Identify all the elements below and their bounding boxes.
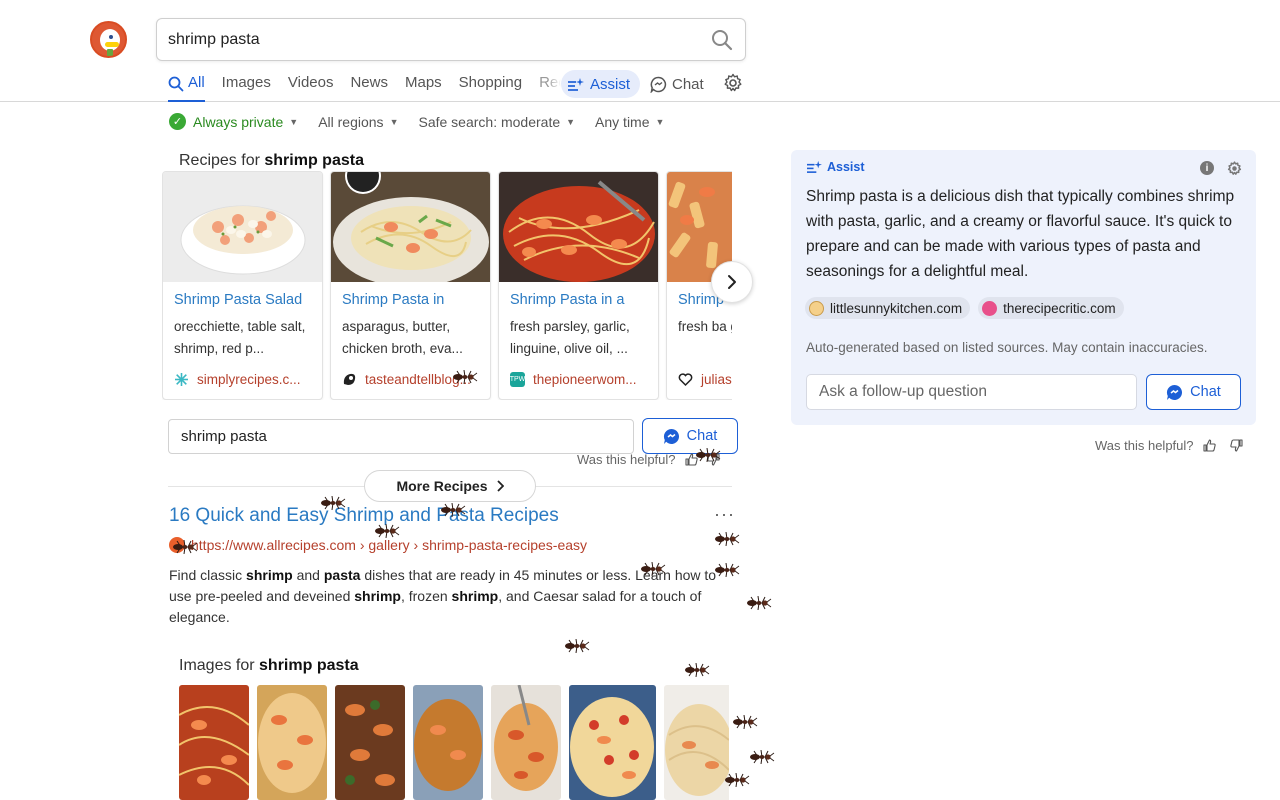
duckduckgo-logo[interactable] — [90, 21, 127, 58]
recipe-ingredients: asparagus, butter, chicken broth, eva... — [342, 319, 463, 356]
ant-icon — [714, 531, 740, 547]
image-thumbnail[interactable] — [569, 685, 656, 800]
recipe-card[interactable]: Shrimp Pasta Salad orecchiette, table sa… — [162, 171, 323, 400]
tab-all[interactable]: All — [168, 70, 205, 102]
safe-search-filter[interactable]: Safe search: moderate ▼ — [418, 114, 575, 130]
tab-maps[interactable]: Maps — [405, 70, 442, 102]
recipe-card[interactable]: Shrimp Pasta in asparagus, butter, chick… — [330, 171, 491, 400]
image-thumbnail[interactable] — [413, 685, 483, 800]
tab-videos[interactable]: Videos — [288, 70, 334, 102]
search-tabs: All Images Videos News Maps Shopping Rec — [168, 70, 578, 102]
chevron-right-icon — [728, 275, 736, 289]
check-icon: ✓ — [169, 113, 186, 130]
assist-chat-button[interactable]: Chat — [1146, 374, 1241, 410]
recipe-carousel: Shrimp Pasta Salad orecchiette, table sa… — [162, 171, 732, 400]
tab-shopping[interactable]: Shopping — [459, 70, 522, 102]
result-snippet: Find classic shrimp and pasta dishes tha… — [169, 567, 717, 625]
therecipecritic-icon — [982, 300, 998, 316]
recipe-followup-input[interactable] — [168, 419, 634, 454]
recipe-image — [331, 172, 490, 282]
tasteandtell-icon — [342, 372, 357, 387]
sparkle-icon — [806, 160, 822, 174]
info-icon[interactable]: i — [1200, 161, 1214, 175]
chat-bubble-icon — [650, 76, 667, 93]
assist-answer-text: Shrimp pasta is a delicious dish that ty… — [806, 188, 1235, 280]
ant-icon — [684, 662, 710, 678]
recipe-source[interactable]: julias — [678, 372, 732, 387]
source-chip[interactable]: littlesunnykitchen.com — [805, 297, 971, 319]
ellipsis-icon[interactable]: ··· — [714, 504, 735, 525]
recipe-source[interactable]: simplyrecipes.c... — [174, 372, 301, 387]
recipe-title[interactable]: Shrimp Pasta Salad — [174, 292, 302, 308]
ant-icon — [732, 714, 758, 730]
assist-header: Assist — [806, 160, 865, 174]
heart-icon — [678, 372, 693, 387]
image-results-row — [179, 685, 729, 800]
privacy-filter[interactable]: ✓ Always private ▼ — [169, 113, 298, 130]
assist-followup-input[interactable] — [806, 374, 1137, 410]
image-thumbnail[interactable] — [491, 685, 561, 800]
chat-bubble-icon — [663, 428, 680, 445]
carousel-next-button[interactable] — [711, 261, 753, 303]
assist-settings-gear-icon[interactable] — [1227, 161, 1242, 176]
settings-gear-icon[interactable] — [723, 73, 743, 93]
tab-images[interactable]: Images — [222, 70, 271, 102]
image-thumbnail[interactable] — [257, 685, 327, 800]
search-box — [156, 18, 746, 61]
chevron-right-icon — [496, 480, 504, 492]
tab-news[interactable]: News — [350, 70, 388, 102]
tab-recipes[interactable]: Rec — [539, 70, 561, 102]
recipe-title[interactable]: Shrimp Pasta in — [342, 292, 444, 308]
recipe-ingredients: fresh parsley, garlic, linguine, olive o… — [510, 319, 630, 356]
thumbs-up-icon[interactable] — [1202, 439, 1216, 452]
image-thumbnail[interactable] — [664, 685, 729, 800]
assist-sources: littlesunnykitchen.com therecipecritic.c… — [805, 297, 1132, 319]
assist-panel: Assist i Shrimp pasta is a delicious dis… — [791, 150, 1256, 425]
littlesunnykitchen-icon — [809, 300, 824, 316]
images-heading: Images for shrimp pasta — [179, 657, 359, 674]
time-filter[interactable]: Any time ▼ — [595, 114, 664, 130]
region-filter[interactable]: All regions ▼ — [318, 114, 398, 130]
recipe-source[interactable]: tasteandtellblog... — [342, 372, 471, 387]
result-url[interactable]: https://www.allrecipes.com › gallery › s… — [169, 537, 587, 553]
ant-icon — [746, 595, 772, 611]
thumbs-up-icon[interactable] — [684, 453, 698, 466]
search-filters: ✓ Always private ▼ All regions ▼ Safe sear… — [169, 113, 684, 130]
simplyrecipes-icon — [174, 372, 189, 387]
result-title-link[interactable]: 16 Quick and Easy Shrimp and Pasta Recip… — [169, 505, 559, 527]
recipe-source[interactable]: TPW thepioneerwom... — [510, 372, 637, 387]
recipe-chat-button[interactable]: Chat — [642, 418, 738, 454]
recipe-feedback: Was this helpful? — [577, 452, 720, 467]
thumbs-down-icon[interactable] — [706, 453, 720, 466]
thumbs-down-icon[interactable] — [1229, 439, 1243, 452]
recipe-ingredients: orecchiette, table salt, shrimp, red p..… — [174, 319, 306, 356]
search-icon[interactable] — [711, 29, 733, 51]
source-chip[interactable]: therecipecritic.com — [978, 297, 1124, 319]
search-icon — [168, 75, 184, 101]
pioneerwoman-icon: TPW — [510, 372, 525, 387]
recipes-heading: Recipes for shrimp pasta — [179, 152, 364, 169]
image-thumbnail[interactable] — [335, 685, 405, 800]
allrecipes-icon — [169, 537, 185, 553]
assist-tab[interactable]: Assist — [561, 70, 641, 98]
assist-feedback: Was this helpful? — [1095, 438, 1243, 453]
recipe-image — [163, 172, 322, 282]
ant-icon — [564, 638, 590, 654]
image-thumbnail[interactable] — [179, 685, 249, 800]
more-recipes-button[interactable]: More Recipes — [364, 470, 536, 502]
chat-tab[interactable]: Chat — [650, 70, 704, 98]
chat-bubble-icon — [1166, 384, 1183, 401]
recipe-ingredients: fresh ba garlic, ha — [678, 319, 732, 334]
recipe-image — [499, 172, 658, 282]
recipe-title[interactable]: Shrimp Pasta in a — [510, 292, 624, 308]
recipe-card[interactable]: Shrimp Pasta in a fresh parsley, garlic,… — [498, 171, 659, 400]
assist-disclaimer: Auto-generated based on listed sources. … — [806, 340, 1208, 355]
header: All Images Videos News Maps Shopping Rec… — [0, 0, 1280, 102]
sparkle-icon — [567, 77, 584, 92]
search-input[interactable] — [168, 28, 688, 52]
ant-icon — [749, 749, 775, 765]
